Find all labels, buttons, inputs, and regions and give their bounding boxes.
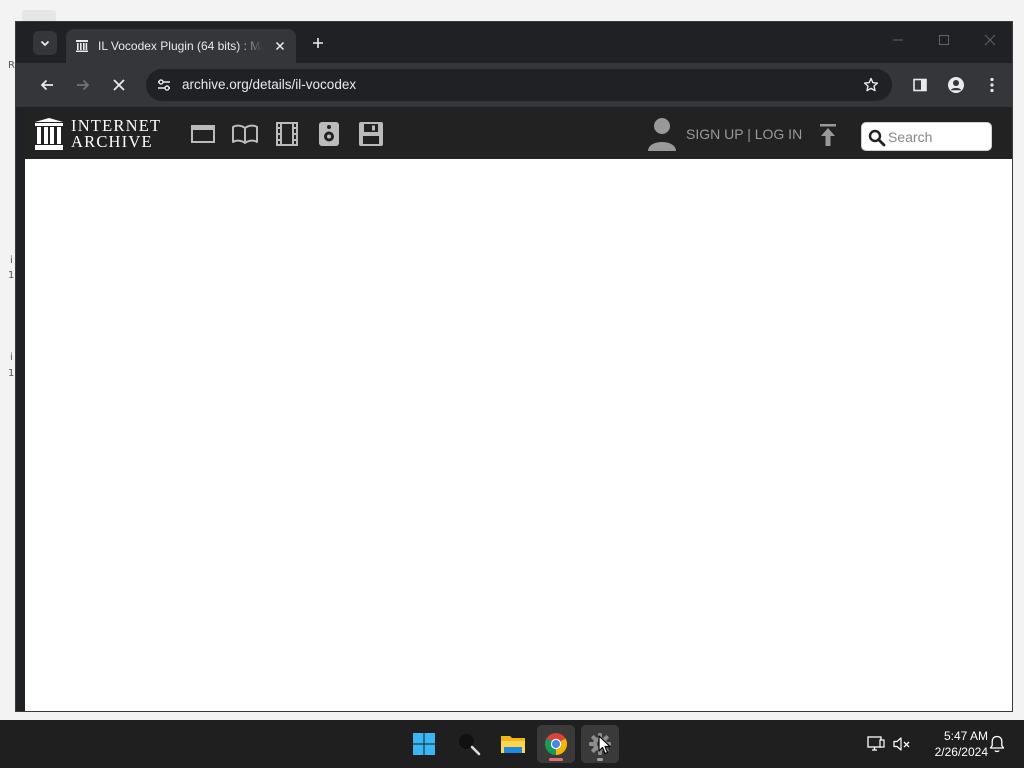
bookmark-button[interactable] [860, 74, 882, 96]
start-button[interactable] [405, 725, 443, 763]
stop-loading-button[interactable] [105, 71, 133, 99]
desktop-text-fragment: 1 [8, 368, 15, 379]
sign-up-log-in-link[interactable]: SIGN UP | LOG IN [686, 126, 802, 142]
browser-window: IL Vocodex Plugin (64 bits) : MA archive… [15, 21, 1013, 712]
system-clock[interactable]: 5:47 AM 2/26/2024 [918, 728, 988, 760]
video-nav-button[interactable] [274, 122, 300, 146]
back-button[interactable] [33, 71, 61, 99]
ia-top-nav: INTERNET ARCHIVE SIGN UP | LOG IN Search [25, 109, 1012, 159]
file-explorer-button[interactable] [494, 725, 532, 763]
desktop-text-fragment: 1 [8, 270, 15, 281]
taskbar: 5:47 AM 2/26/2024 [0, 720, 1024, 768]
notifications-button[interactable] [987, 734, 1007, 754]
volume-muted-icon [893, 737, 910, 751]
minimize-button[interactable] [881, 28, 915, 52]
tune-icon [158, 79, 170, 91]
taskbar-search-button[interactable] [450, 725, 488, 763]
desktop-text-fragment: i [10, 352, 13, 363]
archive-building-icon [35, 118, 63, 150]
search-icon [459, 734, 481, 756]
close-window-button[interactable] [973, 28, 1007, 52]
upload-icon [820, 124, 836, 146]
close-icon [275, 41, 285, 51]
windows-start-icon [413, 733, 435, 755]
logo-line-2: ARCHIVE [71, 132, 153, 151]
page-viewport[interactable]: INTERNET ARCHIVE SIGN UP | LOG IN Search [25, 109, 1012, 711]
audio-nav-button[interactable] [316, 122, 342, 146]
arrow-left-icon [40, 79, 53, 91]
tab-title: IL Vocodex Plugin (64 bits) : MA [98, 39, 263, 53]
address-bar[interactable]: archive.org/details/il-vocodex [146, 69, 892, 101]
internet-archive-logo[interactable]: INTERNET ARCHIVE [35, 117, 170, 152]
browser-toolbar: archive.org/details/il-vocodex [16, 63, 1012, 107]
maximize-button[interactable] [927, 28, 961, 52]
maximize-icon [939, 35, 949, 45]
tab-close-button[interactable] [272, 38, 288, 54]
profile-button[interactable] [942, 71, 970, 99]
network-tray-button[interactable] [866, 734, 886, 754]
mouse-cursor-icon [598, 735, 611, 755]
running-indicator [549, 758, 563, 761]
chrome-icon [545, 733, 567, 755]
star-icon [863, 77, 879, 92]
plus-icon [313, 38, 323, 48]
software-nav-button[interactable] [358, 122, 384, 146]
title-bar[interactable]: IL Vocodex Plugin (64 bits) : MA [16, 22, 1012, 63]
close-icon [113, 79, 125, 91]
forward-button[interactable] [69, 71, 97, 99]
texts-nav-button[interactable] [232, 122, 258, 146]
chevron-down-icon [40, 40, 50, 47]
minimize-icon [893, 39, 903, 41]
bell-icon [989, 735, 1005, 753]
texts-icon [232, 124, 258, 144]
running-indicator [597, 758, 603, 761]
desktop-text-fragment: R [8, 60, 15, 71]
site-info-button[interactable] [154, 75, 174, 95]
url-text[interactable]: archive.org/details/il-vocodex [182, 77, 356, 92]
software-icon [359, 122, 383, 146]
chrome-taskbar-button[interactable] [537, 725, 575, 763]
video-icon [276, 122, 298, 146]
network-icon [867, 736, 885, 751]
active-tab[interactable]: IL Vocodex Plugin (64 bits) : MA [66, 29, 296, 63]
desktop-text-fragment: i [10, 255, 13, 266]
side-panel-button[interactable] [906, 71, 934, 99]
volume-tray-button[interactable] [892, 734, 912, 754]
arrow-right-icon [77, 79, 90, 91]
search-input[interactable] [888, 126, 988, 148]
clock-date: 2/26/2024 [934, 745, 988, 759]
clock-time: 5:47 AM [943, 729, 988, 743]
avatar-icon [948, 77, 964, 93]
new-tab-button[interactable] [306, 31, 330, 55]
audio-icon [319, 122, 339, 146]
menu-button[interactable] [978, 71, 1006, 99]
user-icon[interactable] [647, 117, 677, 151]
search-box[interactable] [861, 122, 992, 151]
web-nav-button[interactable] [190, 122, 216, 146]
web-icon [191, 125, 215, 143]
internet-archive-favicon-icon [76, 40, 88, 52]
tab-search-button[interactable] [33, 31, 57, 55]
side-panel-icon [913, 78, 927, 92]
close-icon [984, 34, 996, 46]
upload-button[interactable] [817, 123, 839, 147]
more-vertical-icon [990, 77, 994, 93]
logo-wordmark: INTERNET ARCHIVE [71, 117, 161, 151]
folder-icon [501, 736, 525, 753]
search-icon [868, 129, 886, 147]
